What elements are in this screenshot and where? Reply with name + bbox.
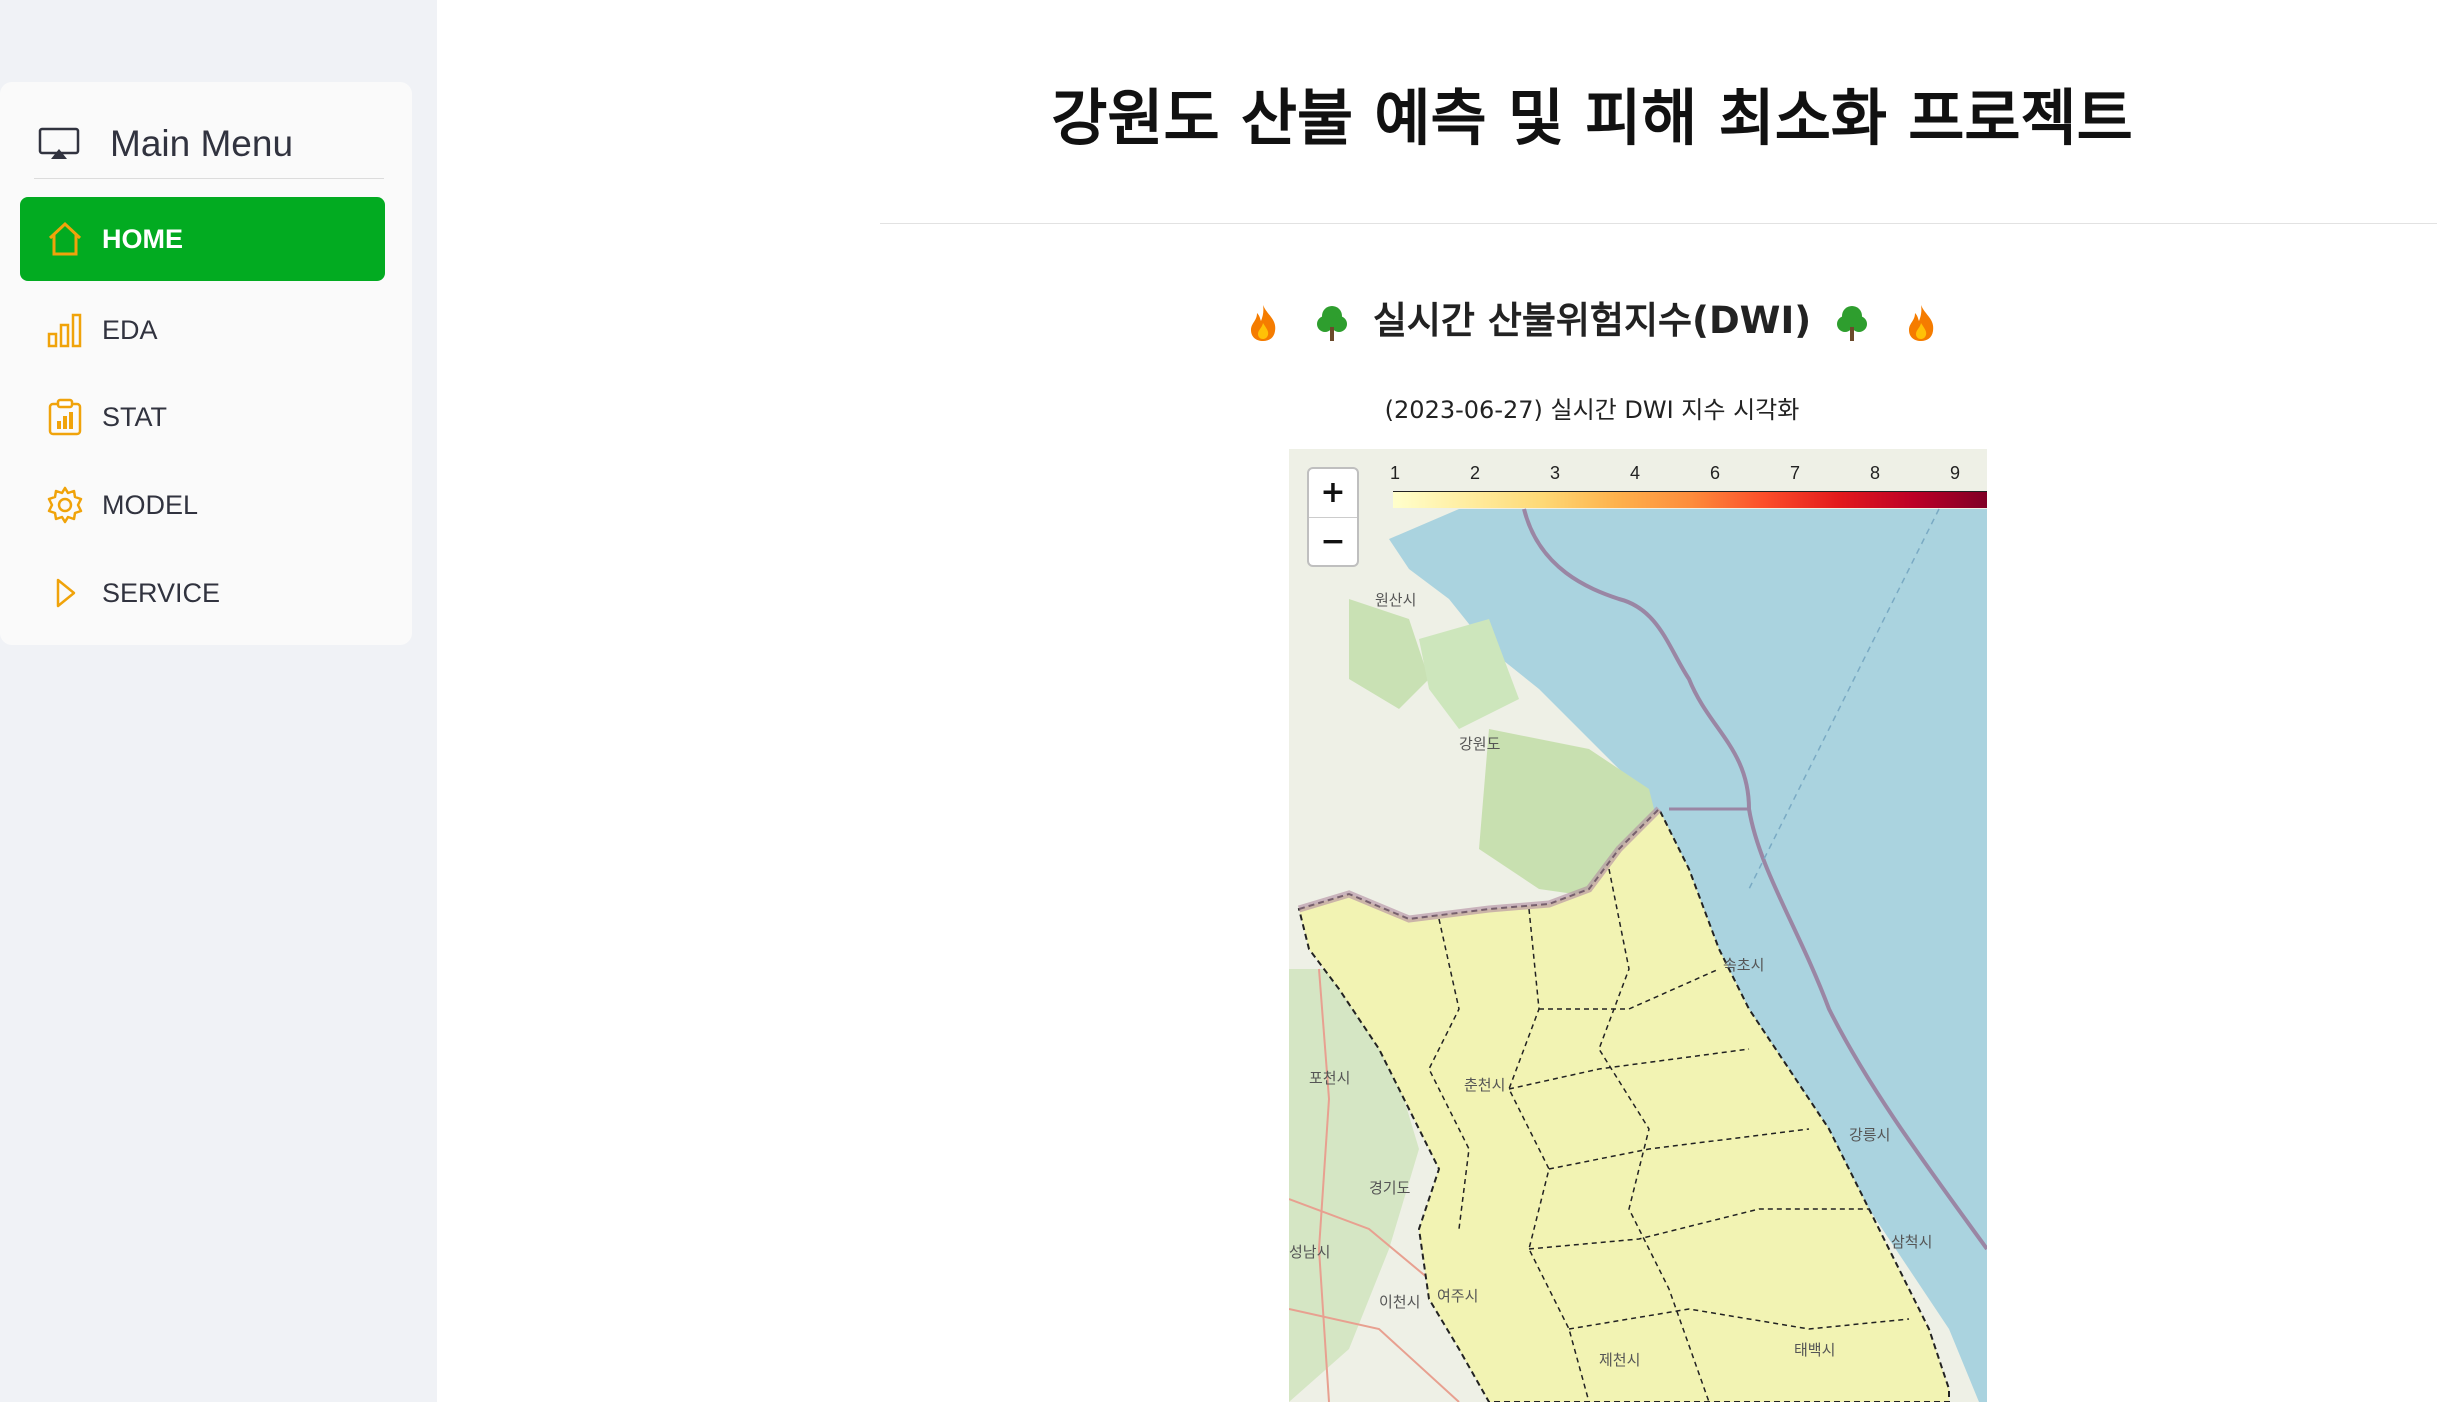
place-label: 원산시 (1375, 591, 1417, 609)
place-label: 강원도 (1459, 735, 1501, 753)
place-label: 이천시 (1379, 1293, 1421, 1311)
legend-tick-label: 2 (1469, 463, 1481, 483)
nav-item-service[interactable]: SERVICE (20, 551, 385, 635)
fire-icon (1908, 304, 1934, 341)
place-label: 포천시 (1309, 1069, 1351, 1087)
dwi-map[interactable]: 원산시 강원도 포천시 경기도 성남시 이천시 여주시 제천시 춘천시 속초시 … (1289, 449, 1987, 1402)
airplay-icon (38, 127, 80, 159)
play-icon (44, 572, 86, 614)
page-title: 강원도 산불 예측 및 피해 최소화 프로젝트 (1051, 83, 2133, 154)
place-label: 성남시 (1289, 1243, 1331, 1261)
nav-item-label: STAT (102, 401, 167, 432)
nav-item-stat[interactable]: STAT (20, 375, 385, 459)
place-label: 삼척시 (1891, 1233, 1933, 1251)
nav-item-label: HOME (102, 223, 183, 254)
nav-item-label: MODEL (102, 489, 199, 520)
nav-item-eda[interactable]: EDA (20, 288, 385, 372)
legend-tick-label: 1 (1389, 463, 1401, 483)
nav-item-label: SERVICE (102, 577, 221, 608)
zoom-control: + − (1307, 467, 1359, 567)
nav-item-label: EDA (102, 314, 158, 345)
zoom-in-button[interactable]: + (1309, 469, 1357, 517)
nav-item-home[interactable]: HOME (20, 197, 385, 281)
house-icon (44, 218, 86, 260)
place-label: 춘천시 (1464, 1076, 1506, 1094)
place-label: 태백시 (1794, 1341, 1836, 1359)
gear-icon (44, 484, 86, 526)
bar-chart-icon (44, 309, 86, 351)
place-label: 경기도 (1369, 1179, 1411, 1197)
place-label: 여주시 (1437, 1287, 1479, 1305)
clipboard-chart-icon (44, 396, 86, 438)
place-label: 속초시 (1723, 956, 1765, 974)
legend-tick-label: 4 (1629, 463, 1641, 483)
place-label: 제천시 (1599, 1351, 1641, 1369)
main-menu-title: Main Menu (110, 123, 294, 164)
main-content: 강원도 산불 예측 및 피해 최소화 프로젝트 실시간 산불위험지수(DWI) … (437, 0, 2437, 1402)
legend-tick-label: 3 (1549, 463, 1561, 483)
main-menu-header: Main Menu (34, 110, 384, 179)
dwi-color-legend: 1 2 3 4 6 7 8 9 (1389, 463, 1987, 509)
legend-tick-label: 7 (1789, 463, 1801, 483)
tree-icon (1837, 305, 1868, 341)
legend-gradient-bar (1393, 491, 1987, 508)
legend-tick-label: 9 (1949, 463, 1961, 483)
zoom-out-button[interactable]: − (1309, 516, 1357, 566)
legend-tick-label: 6 (1709, 463, 1721, 483)
subtitle-text: 실시간 산불위험지수(DWI) (1372, 299, 1812, 342)
nav-item-model[interactable]: MODEL (20, 463, 385, 547)
map-caption: (2023-06-27) 실시간 DWI 지수 시각화 (1384, 396, 1800, 424)
legend-tick-label: 8 (1869, 463, 1881, 483)
divider (880, 223, 2437, 224)
fire-icon (1251, 304, 1276, 341)
section-subtitle: 실시간 산불위험지수(DWI) (877, 290, 2307, 344)
tree-icon (1316, 305, 1347, 341)
place-label: 강릉시 (1849, 1126, 1891, 1144)
